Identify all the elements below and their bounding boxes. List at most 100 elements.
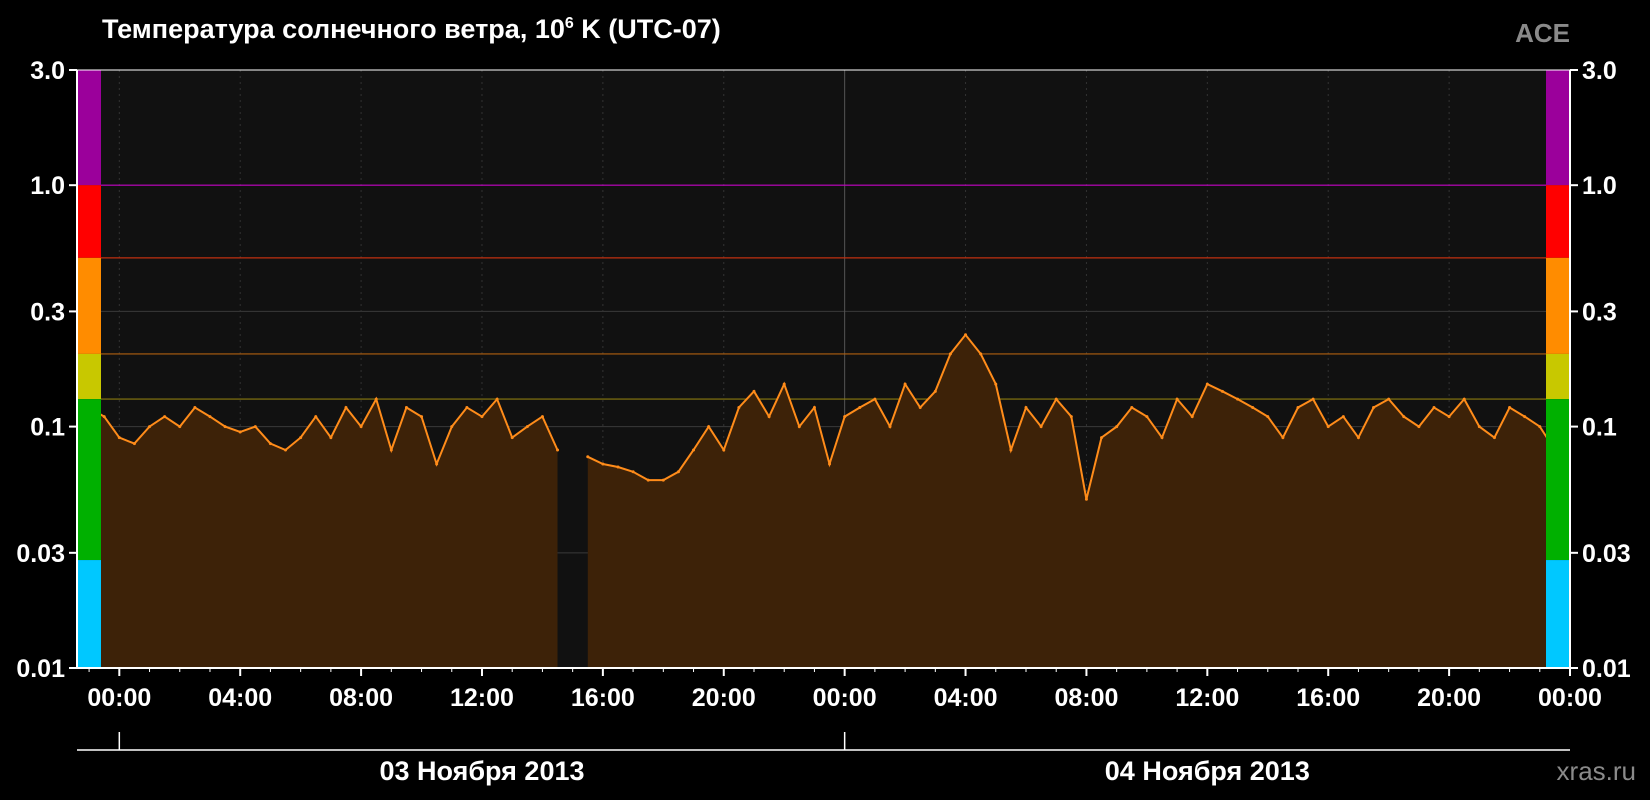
color-scale-right [1546, 70, 1570, 186]
y-tick-label-right: 0.01 [1582, 655, 1631, 683]
data-point [359, 425, 363, 429]
data-point [344, 405, 348, 409]
data-point [1084, 497, 1088, 501]
data-point [1190, 415, 1194, 419]
data-point [1492, 436, 1496, 440]
data-point [1130, 405, 1134, 409]
x-tick-label: 16:00 [1296, 684, 1360, 712]
color-scale-right [1546, 353, 1570, 400]
x-tick-label: 00:00 [1538, 684, 1602, 712]
x-tick-label: 00:00 [813, 684, 877, 712]
data-point [812, 405, 816, 409]
data-point [1024, 405, 1028, 409]
color-scale-left [77, 399, 101, 561]
data-point [178, 425, 182, 429]
color-scale-right [1546, 185, 1570, 258]
data-point [556, 448, 560, 452]
data-point [495, 397, 499, 401]
data-point [1281, 436, 1285, 440]
data-point [389, 448, 393, 452]
data-point [873, 397, 877, 401]
data-point [253, 425, 257, 429]
y-tick-label-left: 3.0 [30, 57, 65, 85]
data-point [1266, 415, 1270, 419]
data-point [1296, 405, 1300, 409]
y-tick-label-left: 0.01 [16, 655, 65, 683]
data-point [1115, 425, 1119, 429]
data-point [722, 448, 726, 452]
data-point [1251, 405, 1255, 409]
data-point [797, 425, 801, 429]
data-point [1432, 405, 1436, 409]
data-point [223, 425, 227, 429]
data-point [238, 430, 242, 434]
data-point [208, 415, 212, 419]
color-scale-left [77, 257, 101, 354]
data-point [1145, 415, 1149, 419]
data-point [1538, 425, 1542, 429]
data-point [994, 382, 998, 386]
data-point [1205, 382, 1209, 386]
data-point [767, 415, 771, 419]
data-point [1069, 415, 1073, 419]
data-point [1372, 405, 1376, 409]
y-tick-label-right: 1.0 [1582, 172, 1617, 200]
data-point [676, 470, 680, 474]
y-tick-label-left: 0.1 [30, 414, 65, 442]
data-point [752, 389, 756, 393]
chart-title: Температура солнечного ветра, 106 K (UTC… [102, 14, 721, 44]
data-point [450, 425, 454, 429]
data-point [510, 436, 514, 440]
x-tick-label: 16:00 [571, 684, 635, 712]
color-scale-left [77, 185, 101, 258]
data-point [1009, 448, 1013, 452]
data-point [1523, 415, 1527, 419]
data-point [1341, 415, 1345, 419]
y-tick-label-right: 3.0 [1582, 57, 1617, 85]
data-point [616, 465, 620, 469]
data-point [1160, 436, 1164, 440]
y-tick-label-right: 0.1 [1582, 414, 1617, 442]
x-tick-label: 00:00 [87, 684, 151, 712]
color-scale-left [77, 560, 101, 668]
data-point [1387, 397, 1391, 401]
data-point [480, 415, 484, 419]
y-tick-label-right: 0.03 [1582, 540, 1631, 568]
data-point [646, 478, 650, 482]
y-tick-label-right: 0.3 [1582, 298, 1617, 326]
data-point [374, 397, 378, 401]
x-tick-label: 12:00 [1175, 684, 1239, 712]
data-point [1220, 389, 1224, 393]
data-area [89, 399, 558, 668]
data-point [1311, 397, 1315, 401]
data-point [1175, 397, 1179, 401]
x-tick-label: 08:00 [1054, 684, 1118, 712]
site-label: xras.ru [1557, 756, 1636, 786]
data-point [933, 389, 937, 393]
data-point [465, 405, 469, 409]
data-point [1462, 397, 1466, 401]
x-tick-label: 04:00 [208, 684, 272, 712]
data-point [586, 455, 590, 459]
data-point [299, 436, 303, 440]
data-point [435, 462, 439, 466]
data-point [631, 470, 635, 474]
data-point [948, 352, 952, 356]
data-point [1039, 425, 1043, 429]
data-point [193, 405, 197, 409]
y-tick-label-left: 1.0 [30, 172, 65, 200]
date-label: 04 Ноября 2013 [1105, 756, 1310, 786]
data-point [1356, 436, 1360, 440]
data-point [903, 382, 907, 386]
data-point [1054, 397, 1058, 401]
color-scale-right [1546, 560, 1570, 668]
color-scale-left [77, 353, 101, 400]
data-point [1326, 425, 1330, 429]
data-point [404, 405, 408, 409]
data-point [707, 425, 711, 429]
date-label: 03 Ноября 2013 [379, 756, 584, 786]
data-point [601, 462, 605, 466]
data-point [540, 415, 544, 419]
data-point [268, 442, 272, 446]
data-point [918, 405, 922, 409]
